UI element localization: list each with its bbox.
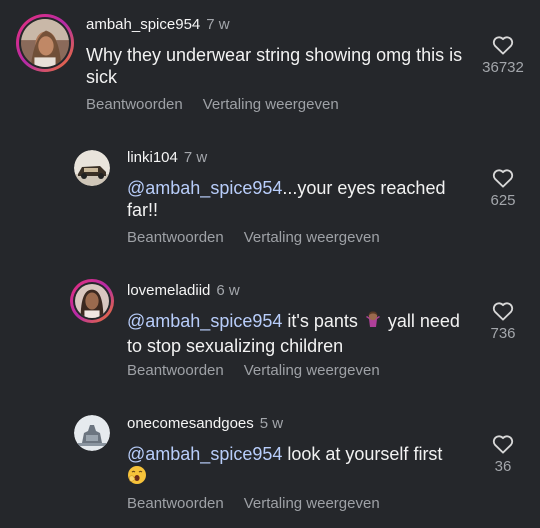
like-count: 36 (494, 458, 512, 475)
comment-meta: onecomesandgoes 5 w (127, 415, 283, 432)
heart-icon[interactable] (492, 168, 514, 188)
avatar-linki104[interactable] (74, 150, 110, 186)
reply-button[interactable]: Beantwoorden (86, 96, 183, 113)
comment-actions: Beantwoorden Vertaling weergeven (127, 229, 400, 246)
timestamp: 7 w (183, 149, 208, 166)
comment-body: look at yourself first (282, 444, 443, 464)
profile-photo (74, 150, 110, 186)
comment-text: Why they underwear string showing omg th… (86, 45, 463, 87)
avatar-lovemeladiid[interactable] (70, 279, 114, 323)
mention-link[interactable]: @ambah_spice954 (127, 178, 282, 198)
comment-actions: Beantwoorden Vertaling weergeven (127, 362, 400, 379)
comment-meta: linki104 7 w (127, 149, 207, 166)
timestamp: 6 w (216, 282, 240, 299)
avatar-onecomesandgoes[interactable] (74, 415, 110, 451)
translate-button[interactable]: Vertaling weergeven (244, 495, 380, 512)
like-control: 36 (478, 434, 528, 475)
comment-meta: lovemeladiid 6 w (127, 282, 240, 299)
like-count: 736 (490, 325, 516, 342)
comment-meta: ambah_spice954 7 w (86, 16, 230, 33)
like-control: 736 (478, 301, 528, 342)
timestamp: 7 w (206, 16, 230, 33)
comment-text: @ambah_spice954...your eyes reached far!… (127, 177, 467, 221)
translate-button[interactable]: Vertaling weergeven (244, 362, 380, 379)
like-count: 625 (490, 192, 516, 209)
reply-button[interactable]: Beantwoorden (127, 229, 224, 246)
like-control: 36732 (478, 35, 528, 76)
heart-icon[interactable] (492, 35, 514, 55)
like-count: 36732 (482, 59, 524, 76)
yawning-face-icon (127, 465, 147, 490)
translate-button[interactable]: Vertaling weergeven (244, 229, 380, 246)
profile-photo (75, 284, 109, 318)
comment-text: @ambah_spice954 it's pants yall need to … (127, 310, 472, 357)
mention-link[interactable]: @ambah_spice954 (127, 311, 282, 331)
mention-link[interactable]: @ambah_spice954 (127, 444, 282, 464)
like-control: 625 (478, 168, 528, 209)
comment-body: it's pants (282, 311, 363, 331)
profile-photo (74, 415, 110, 451)
profile-photo (21, 19, 69, 67)
woman-shrugging-icon (363, 310, 383, 335)
comment-actions: Beantwoorden Vertaling weergeven (127, 495, 400, 512)
comment-text: @ambah_spice954 look at yourself first (127, 443, 472, 490)
reply-button[interactable]: Beantwoorden (127, 362, 224, 379)
username[interactable]: ambah_spice954 (86, 16, 200, 33)
username[interactable]: onecomesandgoes (127, 415, 254, 432)
username[interactable]: lovemeladiid (127, 282, 210, 299)
comment-actions: Beantwoorden Vertaling weergeven (86, 96, 359, 113)
translate-button[interactable]: Vertaling weergeven (203, 96, 339, 113)
username[interactable]: linki104 (127, 149, 178, 166)
heart-icon[interactable] (492, 434, 514, 454)
heart-icon[interactable] (492, 301, 514, 321)
avatar-ambah-spice954[interactable] (16, 14, 74, 72)
reply-button[interactable]: Beantwoorden (127, 495, 224, 512)
timestamp: 5 w (259, 415, 284, 432)
